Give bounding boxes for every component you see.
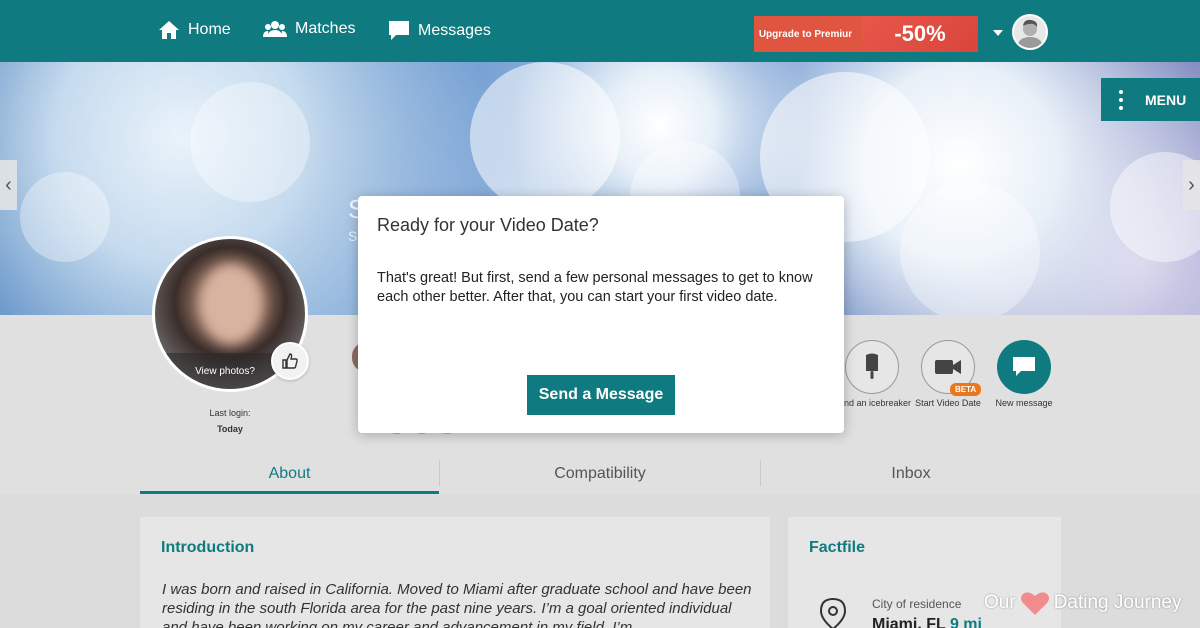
next-arrow-button[interactable]: › (1183, 160, 1200, 210)
nav-matches-label: Matches (295, 20, 356, 37)
chevron-down-icon[interactable] (993, 30, 1003, 36)
send-icebreaker-button[interactable]: Send an icebreaker (832, 340, 912, 409)
user-avatar[interactable] (1012, 14, 1048, 50)
menu-button[interactable]: MENU (1101, 78, 1200, 121)
dialog-title: Ready for your Video Date? (377, 215, 599, 235)
introduction-heading: Introduction (161, 539, 255, 556)
profile-subtitle-partial: S (348, 228, 358, 244)
distance-value: 9 mi (949, 616, 982, 628)
dialog-body: That's great! But first, send a few pers… (377, 270, 813, 305)
city-value-row: Miami, FL 9 mi (872, 616, 982, 628)
heart-icon (1020, 592, 1049, 615)
send-icebreaker-label: Send an icebreaker (832, 398, 912, 408)
new-message-label: New message (995, 398, 1053, 408)
new-message-button[interactable]: New message (984, 340, 1064, 409)
popsicle-icon (866, 353, 878, 379)
chat-bubble-icon (1013, 357, 1035, 376)
nav-home-label: Home (188, 21, 231, 38)
watermark-text-left: Our (984, 592, 1016, 613)
factfile-heading: Factfile (809, 539, 866, 556)
watermark-logo: Our Dating Journey (984, 590, 1181, 616)
city-label: City of residence (872, 597, 962, 611)
video-date-dialog: Ready for your Video Date? That's great!… (358, 196, 844, 433)
location-pin-icon (819, 597, 847, 628)
top-navigation-bar: Home Matches Messages Upgrade to Premium… (0, 0, 1200, 62)
upgrade-premium-banner[interactable]: Upgrade to Premium -50% (754, 16, 978, 52)
last-login-value: Today (217, 424, 243, 434)
upgrade-label: Upgrade to Premium (754, 16, 862, 52)
introduction-text: I was born and raised in California. Mov… (162, 581, 752, 628)
chevron-right-icon: › (1188, 173, 1195, 196)
kebab-icon (1119, 89, 1123, 110)
watermark-text-right: Dating Journey (1053, 592, 1182, 613)
introduction-card: Introduction I was born and raised in Ca… (140, 517, 770, 628)
thumbs-up-icon (282, 353, 298, 369)
previous-arrow-button[interactable]: ‹ (0, 160, 17, 210)
video-camera-icon (935, 360, 961, 374)
city-value: Miami, FL (872, 616, 946, 628)
chevron-left-icon: ‹ (5, 173, 12, 196)
beta-badge: BETA (950, 383, 982, 396)
last-login-label: Last login: (209, 408, 251, 418)
discount-label: -50% (852, 16, 978, 52)
like-button[interactable] (271, 342, 309, 380)
start-video-date-label: Start Video Date (915, 398, 981, 408)
menu-label: MENU (1145, 91, 1187, 108)
tab-inbox[interactable]: Inbox (761, 460, 1061, 494)
nav-messages[interactable]: Messages (388, 20, 491, 42)
nav-home[interactable]: Home (158, 20, 231, 40)
speech-bubble-icon (389, 21, 409, 40)
nav-matches[interactable]: Matches (263, 20, 355, 38)
start-video-date-button[interactable]: BETA Start Video Date (908, 340, 988, 409)
home-icon (159, 21, 179, 39)
tab-compatibility[interactable]: Compatibility (440, 460, 760, 494)
tab-about[interactable]: About (140, 460, 439, 494)
nav-messages-label: Messages (418, 22, 491, 39)
send-message-button[interactable]: Send a Message (527, 375, 675, 415)
avatar-icon (1017, 19, 1043, 48)
last-login-info: Last login: Today (190, 405, 270, 437)
people-icon (263, 21, 287, 37)
